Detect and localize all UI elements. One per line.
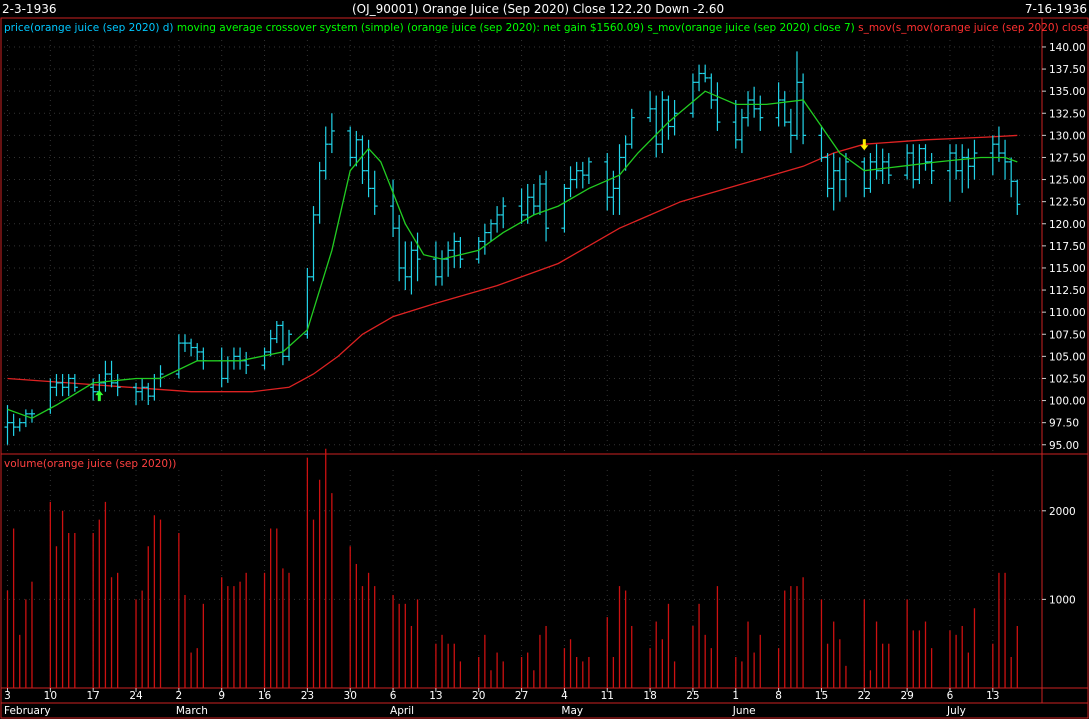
volume-bars [6, 448, 1018, 688]
price-tick-label: 137.50 [1049, 64, 1086, 76]
ohlc-bars [4, 51, 1021, 445]
price-axis: 95.00 97.50 100.00 102.50 105.00 107.50 110.00… [1042, 42, 1086, 452]
date-tick-label: 18 [643, 690, 656, 702]
date-tick-label: 27 [515, 690, 528, 702]
price-tick-label: 140.00 [1049, 42, 1086, 54]
legend-text: price(orange juice (sep 2020) d) moving … [4, 22, 1089, 34]
price-tick-label: 110.00 [1049, 307, 1086, 319]
price-tick-label: 120.00 [1049, 219, 1086, 231]
price-tick-label: 122.50 [1049, 197, 1086, 209]
date-tick-label: 15 [815, 690, 828, 702]
fast-moving-average [7, 90, 1018, 419]
month-label: May [561, 705, 583, 717]
date-tick-label: 2 [176, 690, 183, 702]
legend-entry: price(orange juice (sep 2020) d) [4, 22, 174, 34]
price-volume-chart: price(orange juice (sep 2020) d) moving … [0, 17, 1089, 719]
price-tick-label: 135.00 [1049, 86, 1086, 98]
price-tick-label: 130.00 [1049, 130, 1086, 142]
date-tick-label: 10 [44, 690, 57, 702]
date-tick-label: 20 [472, 690, 485, 702]
date-tick-label: 24 [129, 690, 143, 702]
volume-tick-label: 1000 [1049, 594, 1076, 606]
date-tick-label: 6 [390, 690, 397, 702]
month-label: July [946, 705, 966, 717]
price-tick-label: 102.50 [1049, 373, 1086, 385]
month-label: February [4, 705, 51, 717]
date-tick-label: 8 [775, 690, 782, 702]
outer-frame [0, 17, 1089, 719]
month-label: June [732, 705, 756, 717]
slow-moving-average [7, 134, 1018, 393]
date-tick-label: 6 [947, 690, 954, 702]
price-tick-label: 117.50 [1049, 241, 1086, 253]
date-tick-label: 22 [858, 690, 871, 702]
price-tick-label: 100.00 [1049, 396, 1086, 408]
price-tick-label: 125.00 [1049, 175, 1086, 187]
signal-arrows [95, 139, 869, 402]
price-tick-label: 97.50 [1049, 418, 1079, 430]
chart-frame [0, 17, 1089, 719]
volume-axis: 1000 2000 [1042, 506, 1076, 606]
price-tick-label: 107.50 [1049, 329, 1086, 341]
date-tick-label: 29 [900, 690, 913, 702]
date-tick-label: 16 [258, 690, 272, 702]
price-tick-label: 95.00 [1049, 440, 1079, 452]
month-label: March [176, 705, 208, 717]
volume-grid [4, 470, 1042, 688]
price-tick-label: 105.00 [1049, 351, 1086, 363]
date-tick-label: 4 [561, 690, 568, 702]
date-tick-label: 13 [429, 690, 442, 702]
date-tick-label: 30 [344, 690, 357, 702]
date-tick-label: 23 [301, 690, 314, 702]
fast-ma-layer [7, 90, 1018, 419]
price-tick-label: 112.50 [1049, 285, 1086, 297]
legend-entry: moving average crossover system (simple)… [174, 22, 645, 34]
date-tick-label: 25 [686, 690, 699, 702]
price-tick-label: 132.50 [1049, 108, 1086, 120]
price-tick-label: 127.50 [1049, 152, 1086, 164]
price-tick-label: 115.00 [1049, 263, 1086, 275]
volume-legend: volume(orange juice (sep 2020)) [4, 458, 176, 470]
legend-entry: s_mov(s_mov(orange juice (sep 2020) clos… [855, 22, 1089, 34]
legend-entry: s_mov(orange juice (sep 2020) close 7) [644, 22, 855, 34]
date-tick-label: 9 [218, 690, 225, 702]
price-grid [4, 40, 1042, 454]
month-label: April [390, 705, 414, 717]
date-tick-label: 3 [4, 690, 11, 702]
volume-tick-label: 2000 [1049, 506, 1076, 518]
slow-ma-layer [7, 134, 1018, 393]
date-tick-label: 13 [986, 690, 999, 702]
date-tick-label: 11 [601, 690, 614, 702]
date-tick-label: 17 [86, 690, 99, 702]
price-legend: price(orange juice (sep 2020) d) moving … [4, 22, 1089, 34]
date-tick-label: 1 [732, 690, 739, 702]
